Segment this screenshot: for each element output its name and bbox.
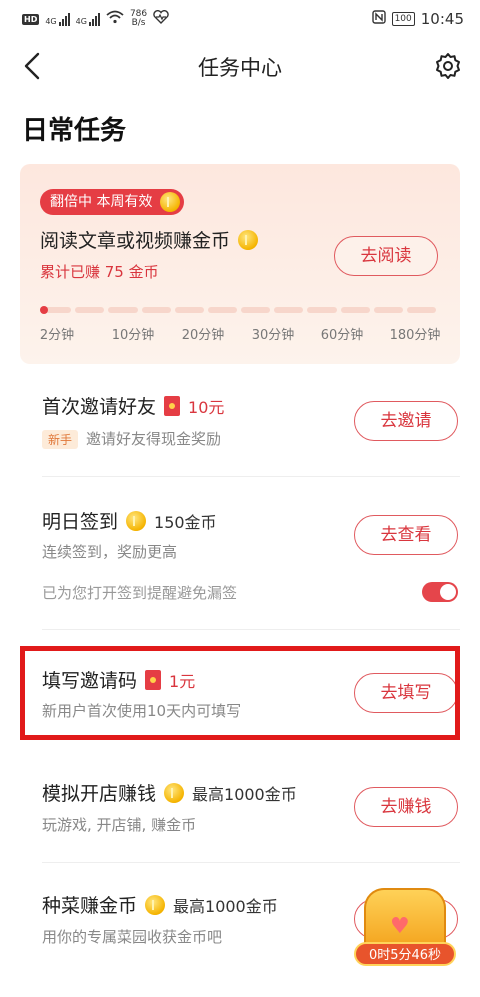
battery-icon: 100: [391, 12, 415, 26]
coin-icon: [164, 782, 185, 803]
coin-icon: [145, 894, 166, 915]
tick-label: 10分钟: [111, 328, 155, 343]
read-task-title: 阅读文章或视频赚金币: [40, 226, 259, 253]
new-user-tag: 新手: [42, 430, 79, 449]
go-read-button[interactable]: 去阅读: [334, 236, 438, 276]
read-progress-track: [42, 307, 437, 313]
coin-icon: [238, 229, 259, 250]
shop-task-title: 模拟开店赚钱 最高1000金币: [42, 779, 297, 806]
page-title: 任务中心: [198, 56, 282, 80]
health-icon: [153, 10, 169, 28]
divider: [42, 476, 460, 477]
shop-reward: 最高1000金币: [192, 784, 297, 804]
signal-icon: 4G: [45, 12, 70, 26]
heart-icon: ♥: [390, 914, 410, 939]
shop-task-subtitle: 玩游戏, 开店铺, 赚金币: [42, 816, 197, 834]
nav-bar: 任务中心: [0, 38, 480, 94]
divider: [42, 862, 460, 863]
read-progress-dot: [40, 306, 48, 314]
settings-button[interactable]: [432, 50, 464, 82]
go-invite-button[interactable]: 去邀请: [354, 401, 458, 441]
boost-badge: 翻倍中 本周有效: [40, 189, 185, 215]
read-task-subtitle: 累计已赚 75 金币: [40, 263, 159, 281]
highlight-box: [20, 646, 460, 740]
read-progress-ticks: 2分钟 10分钟 20分钟 30分钟 60分钟 180分钟: [20, 324, 460, 344]
go-earn-button[interactable]: 去赚钱: [354, 787, 458, 827]
tick-label: 60分钟: [320, 328, 364, 343]
tick-label: 180分钟: [389, 328, 441, 343]
status-bar: HD 4G 4G 786 B/s 100 10:45: [0, 0, 480, 38]
farm-task-subtitle: 用你的专属菜园收获金币吧: [42, 928, 223, 946]
wifi-icon: [106, 10, 124, 28]
tick-label: 30分钟: [251, 328, 295, 343]
farm-reward: 最高1000金币: [173, 896, 278, 916]
read-task-card: 翻倍中 本周有效 阅读文章或视频赚金币 累计已赚 75 金币 去阅读 2分钟 1…: [20, 164, 460, 364]
divider: [42, 629, 460, 630]
red-packet-icon: [164, 395, 181, 416]
invite-task-subtitle: 新手 邀请好友得现金奖励: [42, 428, 221, 449]
coin-icon: [160, 192, 181, 212]
coin-icon: [126, 510, 147, 531]
hd-badge: HD: [22, 13, 40, 25]
status-time: 10:45: [420, 10, 464, 28]
invite-task-title: 首次邀请好友 10元: [42, 392, 224, 419]
treasure-chest[interactable]: ♥ 0时5分46秒: [350, 884, 460, 970]
farm-task-title: 种菜赚金币 最高1000金币: [42, 891, 278, 918]
gear-icon: [436, 53, 460, 79]
signin-reward: 150金币: [154, 512, 217, 532]
signin-reminder-text: 已为您打开签到提醒避免漏签: [42, 584, 238, 602]
nfc-icon: [371, 10, 386, 28]
signal-icon-2: 4G: [76, 12, 100, 26]
invite-reward: 10元: [188, 397, 225, 417]
tick-label: 2分钟: [39, 328, 75, 343]
signin-task-title: 明日签到 150金币: [42, 507, 217, 534]
content: 日常任务 翻倍中 本周有效 阅读文章或视频赚金币 累计已赚 75 金币 去阅读 …: [0, 94, 480, 997]
section-title: 日常任务: [22, 116, 127, 146]
tick-label: 20分钟: [181, 328, 225, 343]
chest-timer: 0时5分46秒: [354, 942, 456, 966]
signin-task-subtitle: 连续签到，奖励更高: [42, 543, 178, 561]
signin-reminder-toggle[interactable]: [422, 582, 458, 602]
network-speed: 786 B/s: [129, 9, 148, 28]
go-view-button[interactable]: 去查看: [354, 515, 458, 555]
